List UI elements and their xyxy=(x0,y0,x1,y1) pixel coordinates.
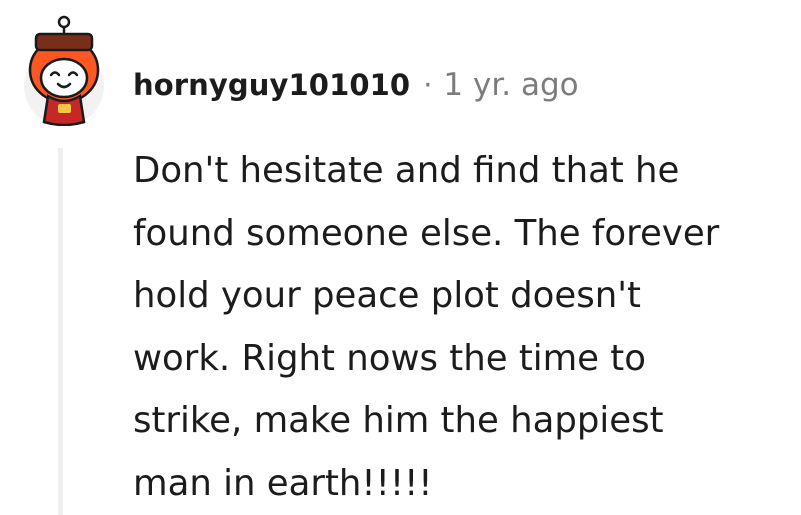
comment-meta: hornyguy101010 · 1 yr. ago xyxy=(133,63,579,107)
comment: hornyguy101010 · 1 yr. ago Don't hesitat… xyxy=(0,0,801,515)
thread-collapse-line[interactable] xyxy=(58,148,63,515)
comment-timestamp[interactable]: 1 yr. ago xyxy=(443,67,578,103)
user-avatar[interactable] xyxy=(18,14,110,126)
username-link[interactable]: hornyguy101010 xyxy=(133,68,410,102)
meta-separator: · xyxy=(423,68,433,102)
comment-body: Don't hesitate and find that he found so… xyxy=(133,150,720,504)
snoo-avatar-icon xyxy=(24,15,104,126)
